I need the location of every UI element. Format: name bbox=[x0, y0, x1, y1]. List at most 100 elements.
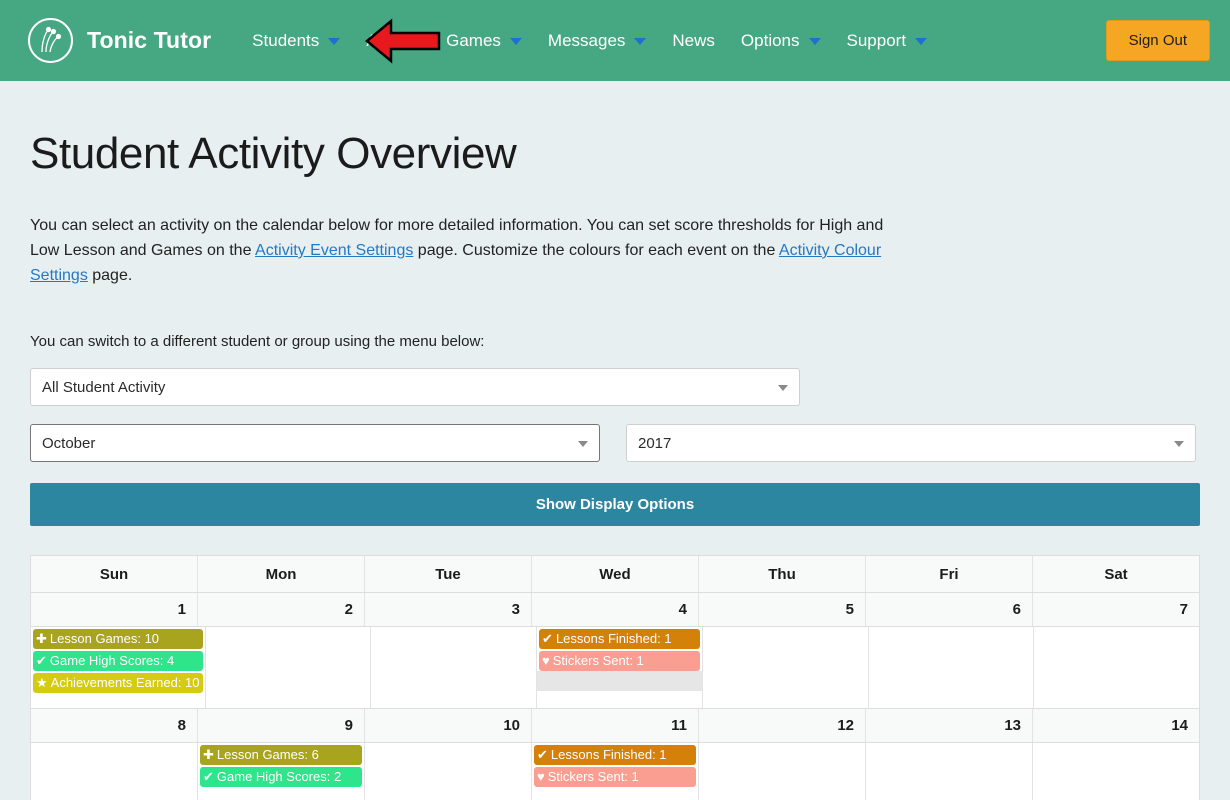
nav-item-games[interactable]: Games bbox=[433, 31, 535, 51]
check-icon: ✔ bbox=[36, 653, 47, 668]
check-icon: ✔ bbox=[203, 769, 214, 784]
top-navigation-bar: Tonic Tutor Students Activity Games Mess… bbox=[0, 0, 1230, 81]
calendar-daynumber-row-week1: 1 2 3 4 5 6 7 bbox=[31, 592, 1199, 626]
weekday-header-fri: Fri bbox=[865, 556, 1032, 592]
day-number-cell[interactable]: 8 bbox=[31, 709, 197, 742]
day-number-cell[interactable]: 10 bbox=[364, 709, 531, 742]
weekday-header-thu: Thu bbox=[698, 556, 865, 592]
calendar-event[interactable]: ✔ Lessons Finished: 1 bbox=[534, 745, 696, 765]
chevron-down-icon bbox=[634, 38, 647, 45]
calendar-event[interactable]: ✔ Lessons Finished: 1 bbox=[539, 629, 700, 649]
page-title: Student Activity Overview bbox=[30, 129, 517, 178]
calendar-day-cell[interactable]: ✚ Lesson Games: 6 ✔ Game High Scores: 2 bbox=[197, 743, 364, 800]
check-icon: ✔ bbox=[537, 747, 548, 762]
nav-item-label: News bbox=[672, 30, 715, 50]
day-number-cell[interactable]: 11 bbox=[531, 709, 698, 742]
calendar-day-cell[interactable] bbox=[701, 627, 868, 708]
year-select[interactable]: 2017 bbox=[626, 424, 1196, 462]
calendar-event[interactable]: ✚ Lesson Games: 6 bbox=[200, 745, 362, 765]
intro-text-part3: page. bbox=[87, 267, 133, 284]
intro-paragraph: You can select an activity on the calend… bbox=[30, 213, 900, 288]
calendar-event[interactable]: ✚ Lesson Games: 10 bbox=[33, 629, 203, 649]
day-number-cell[interactable]: 13 bbox=[865, 709, 1032, 742]
heart-icon: ♥ bbox=[537, 769, 545, 784]
calendar-day-cell[interactable] bbox=[867, 627, 1034, 708]
brand[interactable]: Tonic Tutor bbox=[28, 18, 211, 63]
day-number-cell[interactable]: 5 bbox=[698, 593, 865, 626]
weekday-header-mon: Mon bbox=[197, 556, 364, 592]
student-select-value: All Student Activity bbox=[42, 378, 166, 396]
switch-student-note: You can switch to a different student or… bbox=[30, 333, 485, 350]
day-number-cell[interactable]: 4 bbox=[531, 593, 698, 626]
calendar-day-cell[interactable] bbox=[364, 743, 531, 800]
calendar-day-cell[interactable] bbox=[204, 627, 371, 708]
calendar-event[interactable]: ♥ Stickers Sent: 1 bbox=[534, 767, 696, 787]
day-number-cell[interactable]: 12 bbox=[698, 709, 865, 742]
activity-event-settings-link[interactable]: Activity Event Settings bbox=[255, 242, 413, 259]
year-select-value: 2017 bbox=[638, 434, 672, 452]
calendar-event-label: Stickers Sent: 1 bbox=[547, 769, 639, 784]
month-select[interactable]: October bbox=[30, 424, 600, 462]
calendar-event[interactable]: ★ Achievements Earned: 10 bbox=[33, 673, 203, 693]
chevron-down-icon bbox=[578, 441, 588, 447]
intro-text-part2: page. Customize the colours for each eve… bbox=[413, 242, 779, 259]
day-number-cell[interactable]: 14 bbox=[1032, 709, 1199, 742]
calendar-day-cell[interactable] bbox=[31, 743, 197, 800]
calendar-week-row: ✚ Lesson Games: 6 ✔ Game High Scores: 2 ✔ L… bbox=[31, 742, 1199, 800]
activity-calendar: Sun Mon Tue Wed Thu Fri Sat 1 2 3 4 5 6 … bbox=[30, 555, 1200, 800]
heart-icon: ♥ bbox=[542, 653, 550, 668]
plus-icon: ✚ bbox=[203, 747, 214, 762]
calendar-day-cell[interactable] bbox=[698, 743, 865, 800]
calendar-day-cell[interactable] bbox=[865, 743, 1032, 800]
day-number-cell[interactable]: 1 bbox=[31, 593, 197, 626]
day-number-cell[interactable]: 6 bbox=[865, 593, 1032, 626]
calendar-day-cell-selected[interactable]: ✔ Lessons Finished: 1 ♥ Stickers Sent: 1 bbox=[536, 627, 702, 708]
chevron-down-icon bbox=[509, 38, 522, 45]
nav-item-label: Activity bbox=[366, 30, 421, 50]
nav-item-options[interactable]: Options bbox=[728, 31, 834, 51]
day-selection-highlight bbox=[537, 671, 702, 691]
plus-icon: ✚ bbox=[36, 631, 47, 646]
weekday-header-sat: Sat bbox=[1032, 556, 1199, 592]
day-number-cell[interactable]: 9 bbox=[197, 709, 364, 742]
nav-item-students[interactable]: Students bbox=[239, 31, 353, 51]
calendar-daynumber-row-week2: 8 9 10 11 12 13 14 bbox=[31, 708, 1199, 742]
day-number-cell[interactable]: 7 bbox=[1032, 593, 1199, 626]
calendar-event[interactable]: ✔ Game High Scores: 2 bbox=[200, 767, 362, 787]
calendar-event[interactable]: ✔ Game High Scores: 4 bbox=[33, 651, 203, 671]
day-number-cell[interactable]: 3 bbox=[364, 593, 531, 626]
calendar-day-cell[interactable]: ✔ Lessons Finished: 1 ♥ Stickers Sent: 1 bbox=[531, 743, 698, 800]
day-number-cell[interactable]: 2 bbox=[197, 593, 364, 626]
calendar-event-label: Game High Scores: 4 bbox=[49, 653, 175, 668]
weekday-header-sun: Sun bbox=[31, 556, 197, 592]
show-display-options-button[interactable]: Show Display Options bbox=[30, 483, 1200, 526]
calendar-week-row: ✚ Lesson Games: 10 ✔ Game High Scores: 4 ★… bbox=[31, 626, 1199, 708]
calendar-day-cell[interactable]: ✚ Lesson Games: 10 ✔ Game High Scores: 4 ★… bbox=[31, 627, 205, 708]
chevron-down-icon bbox=[778, 385, 788, 391]
nav-item-activity[interactable]: Activity bbox=[353, 31, 433, 51]
nav-item-news[interactable]: News bbox=[659, 31, 728, 51]
nav-item-list: Students Activity Games Messages News Op… bbox=[239, 31, 940, 51]
calendar-event-label: Lessons Finished: 1 bbox=[555, 631, 672, 646]
nav-item-label: Students bbox=[252, 30, 320, 50]
calendar-day-cell[interactable] bbox=[1033, 627, 1199, 708]
brand-name: Tonic Tutor bbox=[87, 27, 212, 53]
nav-item-label: Options bbox=[740, 30, 800, 50]
calendar-event-label: Lesson Games: 6 bbox=[216, 747, 319, 762]
chevron-down-icon bbox=[915, 38, 928, 45]
calendar-day-cell[interactable] bbox=[1032, 743, 1199, 800]
page-content: Student Activity Overview You can select… bbox=[0, 129, 1230, 800]
chevron-down-icon bbox=[328, 38, 341, 45]
calendar-event[interactable]: ♥ Stickers Sent: 1 bbox=[539, 651, 700, 671]
chevron-down-icon bbox=[808, 38, 821, 45]
nav-item-messages[interactable]: Messages bbox=[535, 31, 659, 51]
calendar-day-cell[interactable] bbox=[370, 627, 536, 708]
nav-item-label: Messages bbox=[547, 30, 626, 50]
calendar-event-label: Lesson Games: 10 bbox=[49, 631, 160, 646]
weekday-header-wed: Wed bbox=[531, 556, 698, 592]
sign-out-button[interactable]: Sign Out bbox=[1105, 20, 1210, 61]
nav-item-label: Games bbox=[446, 30, 501, 50]
nav-item-support[interactable]: Support bbox=[834, 31, 941, 51]
calendar-event-label: Lessons Finished: 1 bbox=[550, 747, 667, 762]
student-select[interactable]: All Student Activity bbox=[30, 368, 800, 406]
